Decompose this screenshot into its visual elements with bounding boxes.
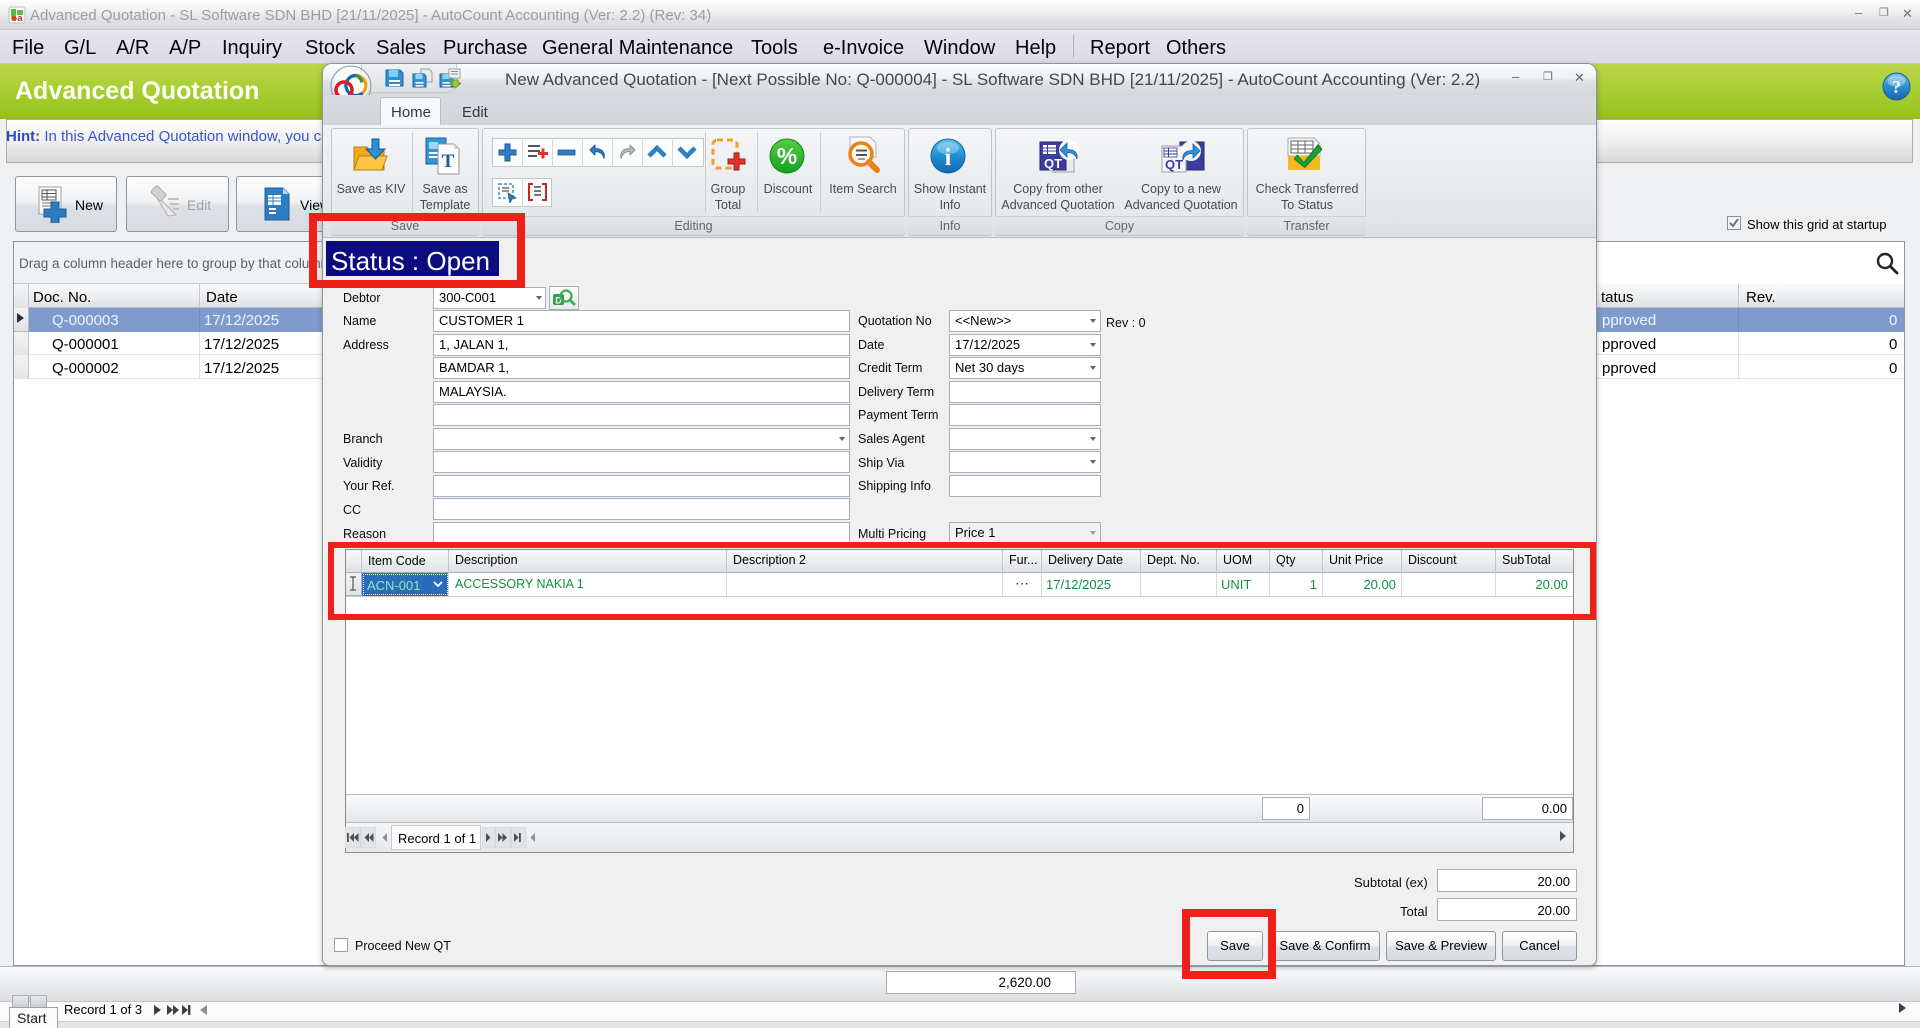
svg-text:T: T <box>442 151 455 172</box>
svg-text:QT: QT <box>1044 156 1062 171</box>
svg-text:QT: QT <box>1165 157 1183 172</box>
svg-text:%: % <box>777 143 797 169</box>
svg-text:?: ? <box>1892 77 1901 97</box>
svg-text:i: i <box>945 145 952 171</box>
